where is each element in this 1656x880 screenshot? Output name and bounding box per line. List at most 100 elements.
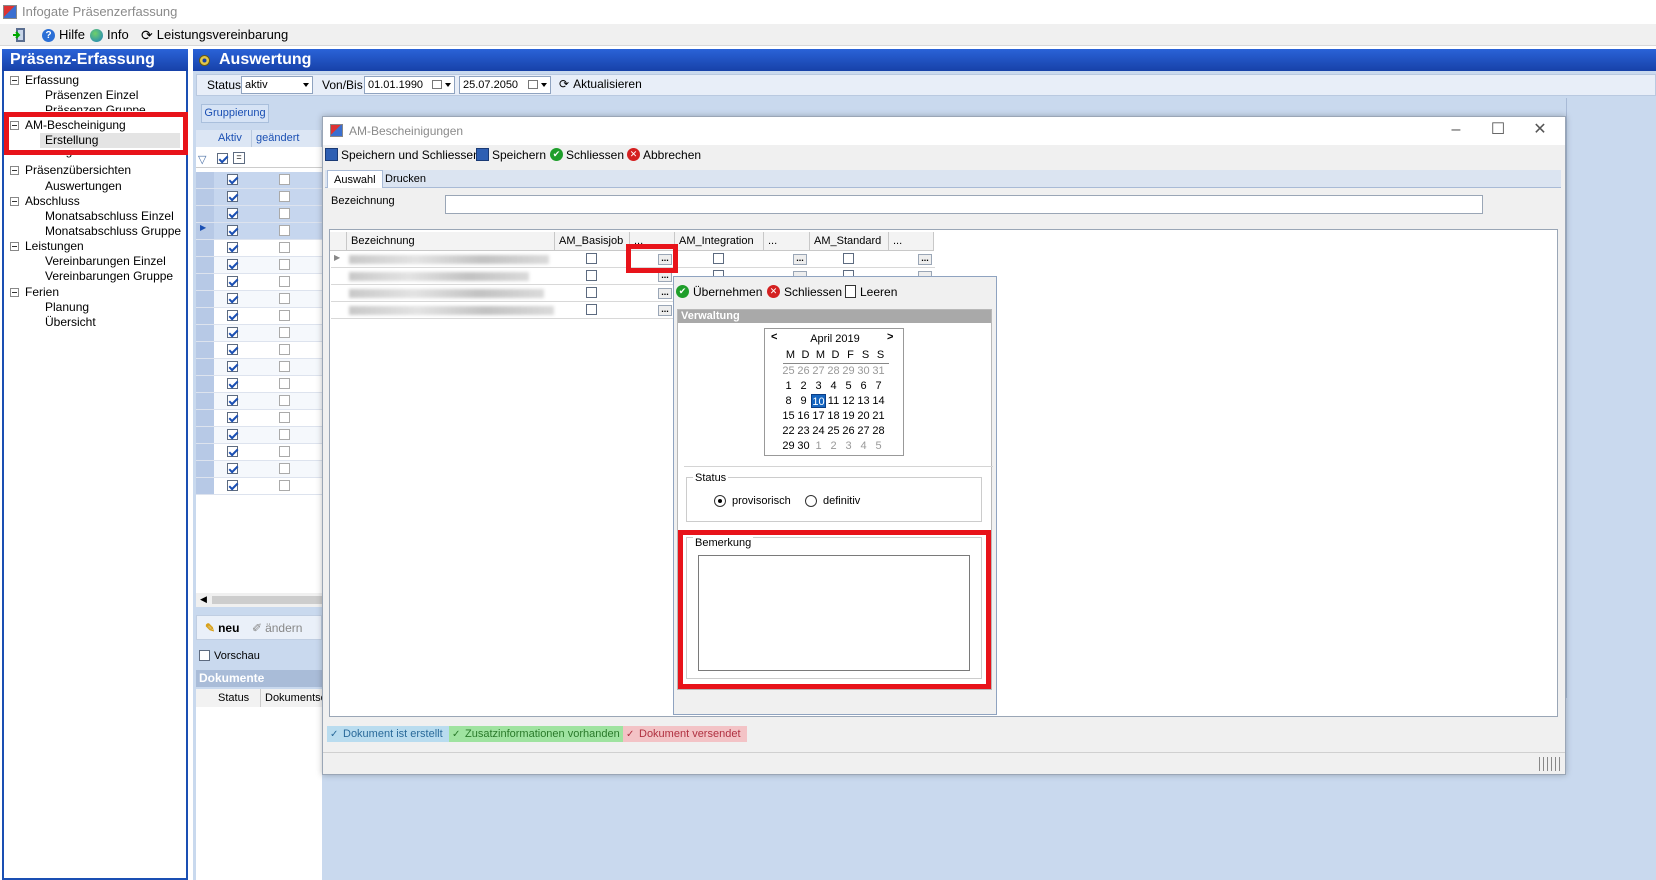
close-button[interactable]: ✔ Schliessen — [550, 148, 624, 162]
exit-button[interactable] — [12, 24, 28, 46]
calendar-day[interactable]: 27 — [856, 424, 871, 438]
scroll-thumb[interactable] — [212, 596, 322, 604]
close-window-button[interactable]: ✕ — [1520, 117, 1560, 145]
geaendert-checkbox[interactable] — [279, 310, 290, 321]
aktiv-checkbox[interactable] — [227, 174, 238, 185]
table-row[interactable] — [196, 308, 322, 325]
maximize-button[interactable]: ☐ — [1478, 117, 1518, 145]
equals-icon[interactable]: = — [233, 152, 245, 164]
geaendert-checkbox[interactable] — [279, 361, 290, 372]
calendar-icon[interactable] — [432, 80, 442, 89]
edit-button[interactable]: ✐ ändern — [252, 621, 302, 635]
table-row[interactable] — [196, 410, 322, 427]
aktiv-checkbox[interactable] — [227, 310, 238, 321]
aktiv-checkbox[interactable] — [227, 276, 238, 287]
calendar-day[interactable]: 30 — [856, 364, 871, 378]
calendar-day[interactable]: 16 — [796, 409, 811, 423]
nav-item-auswertungen[interactable]: Auswertungen — [45, 179, 122, 194]
geaendert-checkbox[interactable] — [279, 378, 290, 389]
col-am-integration[interactable]: AM_Integration — [675, 232, 764, 251]
bezeichnung-input[interactable] — [445, 195, 1483, 214]
collapse-icon[interactable] — [10, 197, 19, 206]
calendar-day[interactable]: 29 — [781, 439, 796, 453]
am-basisjob-checkbox[interactable] — [586, 287, 597, 298]
calendar-day[interactable]: 27 — [811, 364, 826, 378]
cancel-button[interactable]: ✕ Abbrechen — [627, 148, 701, 162]
table-row[interactable]: ▶ — [196, 223, 322, 240]
calendar-day[interactable]: 17 — [811, 409, 826, 423]
table-row[interactable] — [196, 478, 322, 495]
calendar-day[interactable]: 13 — [856, 394, 871, 408]
geaendert-checkbox[interactable] — [279, 293, 290, 304]
calendar-day[interactable]: 24 — [811, 424, 826, 438]
calendar-day[interactable]: 9 — [796, 394, 811, 408]
resize-grip-icon[interactable] — [1539, 757, 1561, 771]
am-integration-checkbox[interactable] — [713, 253, 724, 264]
table-row[interactable] — [196, 444, 322, 461]
basisjob-details-button[interactable]: ... — [658, 288, 672, 299]
table-row[interactable] — [196, 172, 322, 189]
calendar-day[interactable]: 1 — [781, 379, 796, 393]
save-button[interactable]: Speichern — [476, 148, 546, 162]
table-row[interactable] — [196, 274, 322, 291]
tab-auswahl[interactable]: Auswahl — [327, 170, 383, 188]
nav-group-abschluss[interactable]: Abschluss — [10, 194, 80, 209]
refresh-button[interactable]: ⟳ Aktualisieren — [559, 77, 642, 91]
grouping-button[interactable]: Gruppierung — [201, 104, 269, 123]
calendar-day[interactable]: 12 — [841, 394, 856, 408]
aktiv-checkbox[interactable] — [227, 463, 238, 474]
calendar-day[interactable]: 7 — [871, 379, 886, 393]
geaendert-checkbox[interactable] — [279, 208, 290, 219]
agreement-button[interactable]: ⟳ Leistungsvereinbarung — [141, 24, 288, 46]
col-am-basisjob[interactable]: AM_Basisjob — [555, 232, 630, 251]
info-button[interactable]: Info — [90, 24, 129, 46]
calendar-day[interactable]: 3 — [811, 379, 826, 393]
calendar-day[interactable]: 20 — [856, 409, 871, 423]
calendar-day[interactable]: 21 — [871, 409, 886, 423]
nav-item-praesenzen-gruppe[interactable]: Präsenzen Gruppe — [45, 103, 146, 111]
calendar-day[interactable]: 15 — [781, 409, 796, 423]
geaendert-checkbox[interactable] — [279, 225, 290, 236]
table-row[interactable] — [196, 359, 322, 376]
calendar-day[interactable]: 29 — [841, 364, 856, 378]
calendar-day[interactable]: 28 — [826, 364, 841, 378]
radio-provisorisch[interactable]: provisorisch — [714, 495, 791, 507]
aktiv-checkbox[interactable] — [227, 293, 238, 304]
to-date-input[interactable]: 25.07.2050 — [459, 76, 551, 94]
doc-col-status[interactable]: Status — [218, 689, 249, 707]
table-row[interactable] — [196, 393, 322, 410]
col-geaendert[interactable]: geändert — [252, 130, 322, 147]
calendar-day[interactable]: 6 — [856, 379, 871, 393]
collapse-icon[interactable] — [10, 166, 19, 175]
filter-checkbox[interactable] — [217, 153, 228, 164]
calendar-day[interactable]: 5 — [871, 439, 886, 453]
new-button[interactable]: ✎ neu — [205, 621, 239, 635]
standard-details-button[interactable]: ... — [918, 254, 932, 265]
calendar-day[interactable]: 8 — [781, 394, 796, 408]
table-row[interactable] — [196, 342, 322, 359]
table-row[interactable] — [196, 291, 322, 308]
collapse-icon[interactable] — [10, 288, 19, 297]
aktiv-checkbox[interactable] — [227, 395, 238, 406]
preview-checkbox[interactable] — [199, 650, 210, 661]
col-integration-more[interactable]: ... — [764, 232, 810, 251]
geaendert-checkbox[interactable] — [279, 191, 290, 202]
calendar-day[interactable]: 18 — [826, 409, 841, 423]
calendar-day[interactable]: 25 — [781, 364, 796, 378]
tab-drucken[interactable]: Drucken — [379, 170, 432, 188]
aktiv-checkbox[interactable] — [227, 259, 238, 270]
table-row[interactable] — [196, 240, 322, 257]
minimize-button[interactable]: – — [1436, 117, 1476, 145]
calendar-icon[interactable] — [528, 80, 538, 89]
col-bezeichnung[interactable]: Bezeichnung — [347, 232, 555, 251]
am-standard-checkbox[interactable] — [843, 253, 854, 264]
calendar-day[interactable]: 1 — [811, 439, 826, 453]
geaendert-checkbox[interactable] — [279, 174, 290, 185]
scroll-left-icon[interactable]: ◀ — [200, 594, 207, 605]
calendar-day[interactable]: 30 — [796, 439, 811, 453]
table-row[interactable] — [196, 325, 322, 342]
am-basisjob-checkbox[interactable] — [586, 304, 597, 315]
nav-group-ferien[interactable]: Ferien — [10, 285, 59, 300]
col-aktiv[interactable]: Aktiv — [214, 130, 252, 147]
aktiv-checkbox[interactable] — [227, 327, 238, 338]
